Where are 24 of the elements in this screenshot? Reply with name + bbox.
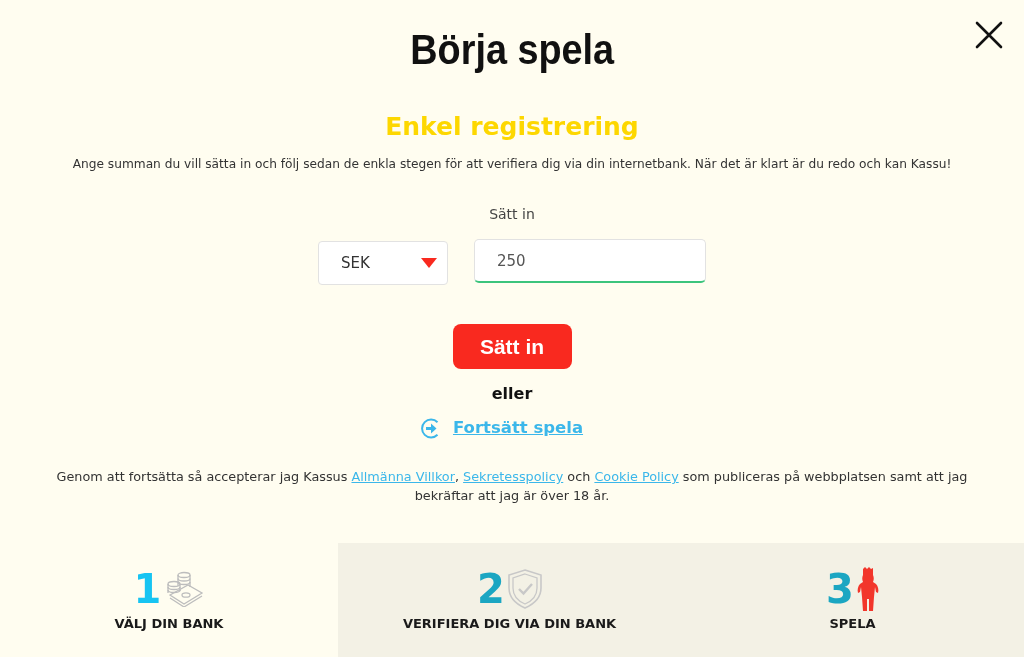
separator-text: eller: [491, 383, 533, 405]
coins-cash-icon: [164, 571, 205, 607]
subtitle: Enkel registrering: [385, 111, 639, 143]
terms-link[interactable]: Allmänna Villkor: [351, 469, 455, 484]
deposit-button[interactable]: Sätt in: [452, 324, 572, 369]
step-label: SPELA: [829, 615, 876, 633]
step-label: VÄLJ DIN BANK: [114, 615, 224, 633]
description-text: Ange summan du vill sätta in och följ sedan de enkla stegen för att verifiera dig via din internetbank. När det är klart är du redo och kan Kassu!: [72, 156, 952, 172]
step-number: 2: [477, 567, 505, 611]
step-label: VERIFIERA DIG VIA DIN BANK: [402, 615, 617, 633]
terms-link[interactable]: Cookie Policy: [594, 469, 679, 484]
currency-select[interactable]: SEK: [318, 241, 448, 285]
continue-link[interactable]: Fortsätt spela: [452, 417, 584, 439]
step-number: 3: [826, 567, 854, 611]
shield-check-icon: [507, 569, 542, 609]
terms-text: Genom att fortsätta så accepterar jag Kassus Allmänna Villkor, Sekretesspolicy och Cookie Policy som publiceras på webbplatsen samt att jag bekräftar att jag är över 18 år.: [55, 468, 969, 505]
close-icon: [975, 21, 1003, 49]
amount-input[interactable]: 250: [474, 239, 706, 283]
step-number: 1: [133, 567, 162, 611]
character-figure-icon: [856, 567, 879, 611]
caret-icon: [421, 258, 437, 268]
terms-link[interactable]: Sekretesspolicy: [463, 469, 564, 484]
deposit-label: Sätt in: [489, 205, 535, 223]
page-title: Börja spela: [410, 25, 614, 75]
